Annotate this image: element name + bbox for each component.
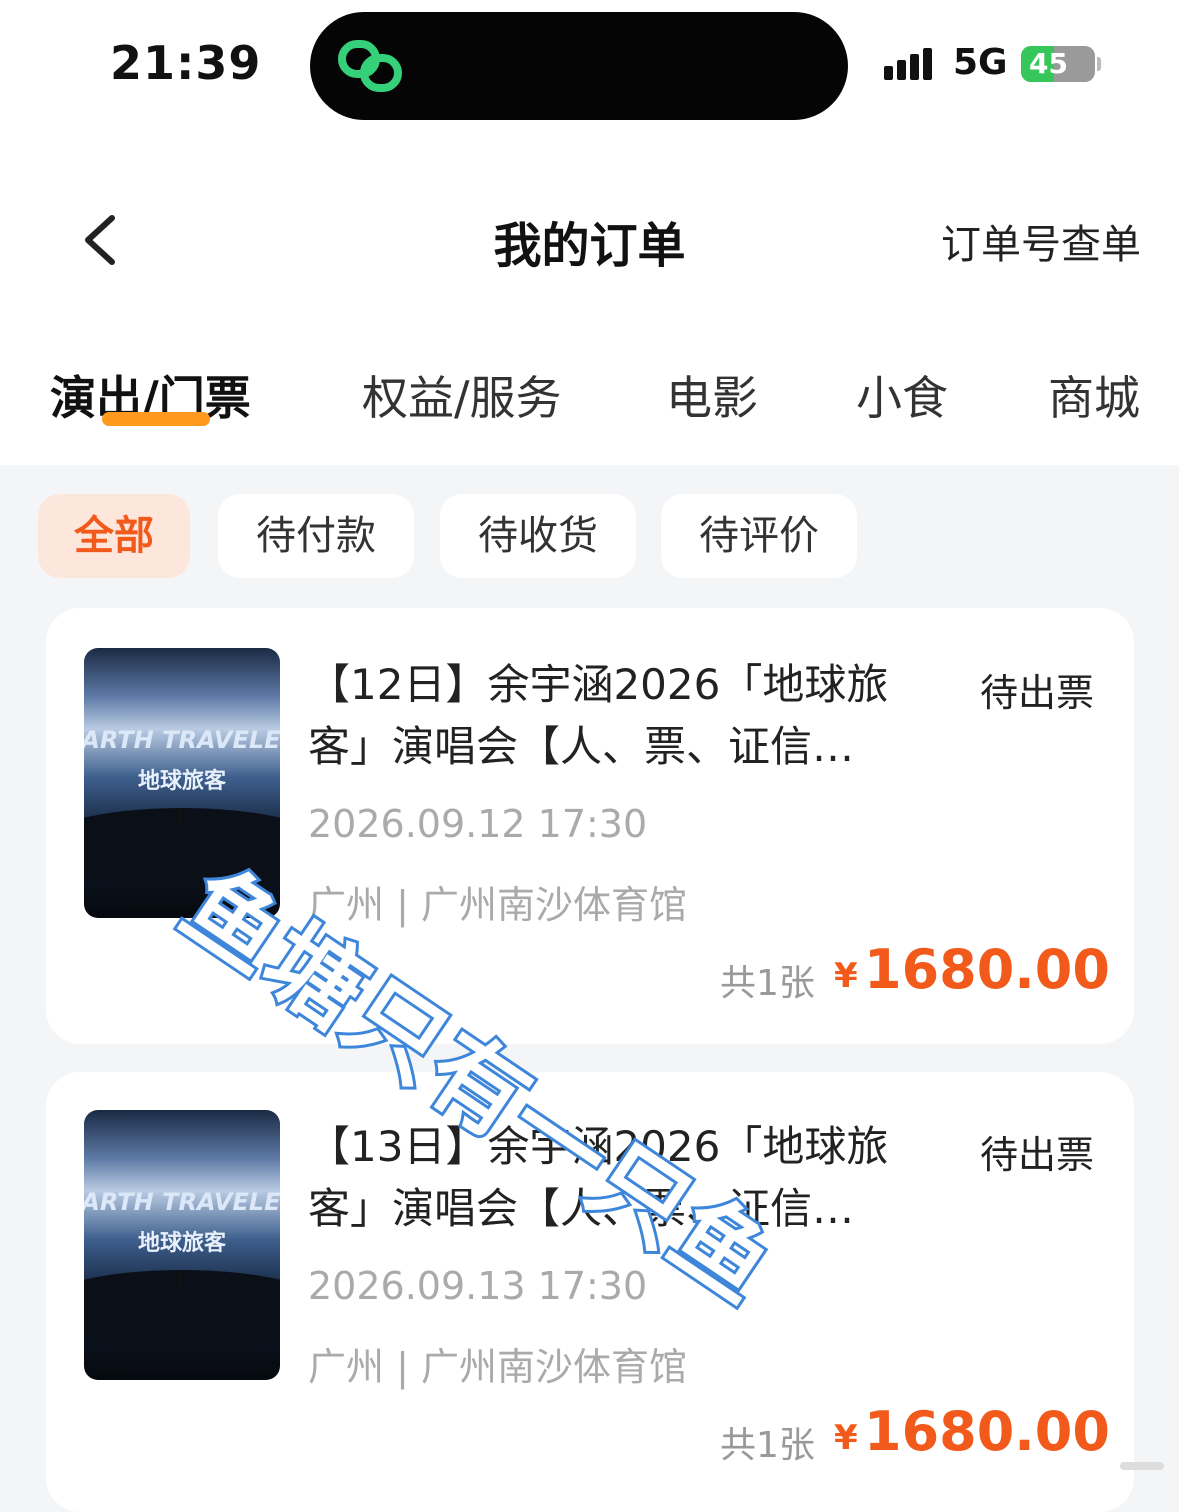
tab-benefits-services[interactable]: 权益/服务 (362, 362, 562, 428)
battery-level: 45 (1029, 47, 1068, 80)
poster-subtitle: 地球旅客 (138, 768, 227, 794)
order-price: 1680.00 (864, 938, 1110, 1001)
poster-title: EARTH TRAVELER (84, 726, 280, 754)
filter-pending-payment[interactable]: 待付款 (218, 494, 414, 578)
home-indicator (1120, 1462, 1164, 1470)
order-quantity: 共1张 (720, 963, 815, 1004)
order-date: 2026.09.12 17:30 (308, 802, 648, 846)
filter-all[interactable]: 全部 (38, 494, 190, 578)
order-title-line1: 【12日】余宇涵2026「地球旅 (308, 660, 889, 709)
filter-pending-receipt[interactable]: 待收货 (440, 494, 636, 578)
order-title-line2: 客」演唱会【人、票、证信… (308, 722, 855, 771)
dynamic-island (310, 12, 848, 120)
currency-symbol: ¥ (834, 1418, 858, 1458)
order-venue: 广州 | 广州南沙体育馆 (308, 1345, 687, 1389)
network-type: 5G (953, 42, 1008, 83)
tab-snacks[interactable]: 小食 (856, 362, 948, 428)
status-time: 21:39 (110, 36, 262, 90)
order-number-lookup-button[interactable]: 订单号查单 (941, 212, 1141, 270)
order-status: 待出票 (979, 1133, 1094, 1177)
order-price: 1680.00 (864, 1400, 1110, 1463)
battery-nub (1097, 57, 1101, 71)
order-quantity: 共1张 (720, 1425, 815, 1466)
filter-pending-review[interactable]: 待评价 (661, 494, 857, 578)
order-status: 待出票 (979, 671, 1094, 715)
concert-poster: EARTH TRAVELER 地球旅客 (84, 1110, 280, 1380)
tab-movies[interactable]: 电影 (666, 362, 758, 428)
poster-subtitle: 地球旅客 (138, 1230, 227, 1256)
signal-icon (884, 46, 940, 80)
currency-symbol: ¥ (834, 956, 858, 996)
battery-icon: 45 (1021, 46, 1095, 82)
order-date: 2026.09.13 17:30 (308, 1264, 648, 1308)
island-app-icon (338, 40, 402, 92)
tab-mall[interactable]: 商城 (1048, 362, 1140, 428)
poster-title: EARTH TRAVELER (84, 1188, 280, 1216)
active-tab-indicator (102, 412, 210, 426)
